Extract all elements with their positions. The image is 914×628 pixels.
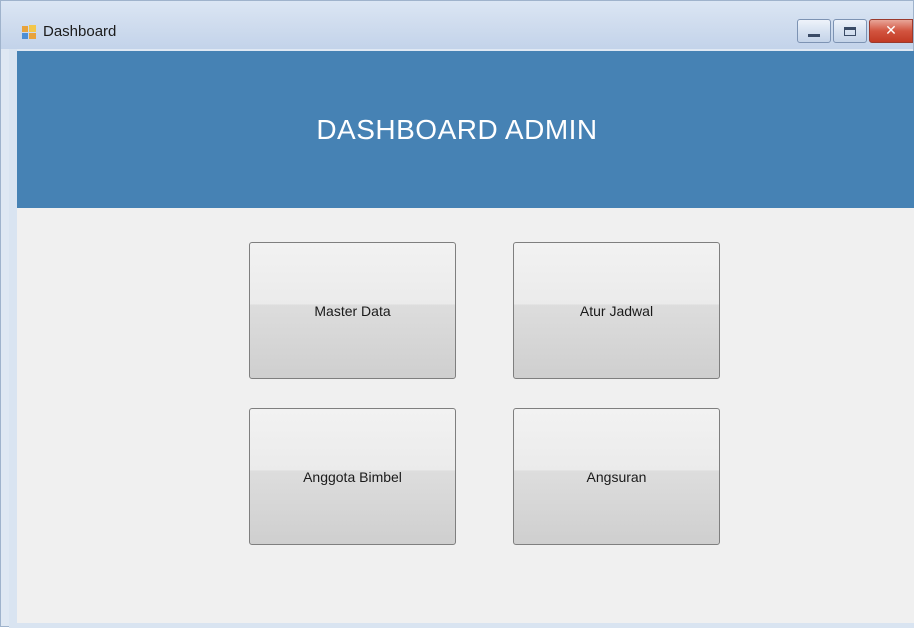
dashboard-window: Dashboard ✕ DASHBOARD ADMIN Master Data … xyxy=(0,0,914,628)
title-bar[interactable]: Dashboard ✕ xyxy=(1,1,913,49)
window-controls: ✕ xyxy=(795,19,913,45)
window-frame-bottom xyxy=(9,623,914,628)
master-data-button[interactable]: Master Data xyxy=(249,242,456,379)
close-button[interactable]: ✕ xyxy=(869,19,913,43)
minimize-icon xyxy=(808,33,820,37)
page-title: DASHBOARD ADMIN xyxy=(316,113,598,145)
anggota-bimbel-button[interactable]: Anggota Bimbel xyxy=(249,408,456,545)
header-banner: DASHBOARD ADMIN xyxy=(17,51,914,208)
window-title: Dashboard xyxy=(43,23,117,40)
app-icon xyxy=(22,25,36,39)
client-area xyxy=(17,208,914,623)
maximize-button[interactable] xyxy=(833,19,867,43)
window-frame-left xyxy=(9,49,17,623)
close-icon: ✕ xyxy=(885,23,897,39)
angsuran-button[interactable]: Angsuran xyxy=(513,408,720,545)
minimize-button[interactable] xyxy=(797,19,831,43)
atur-jadwal-button[interactable]: Atur Jadwal xyxy=(513,242,720,379)
maximize-icon xyxy=(844,26,856,36)
